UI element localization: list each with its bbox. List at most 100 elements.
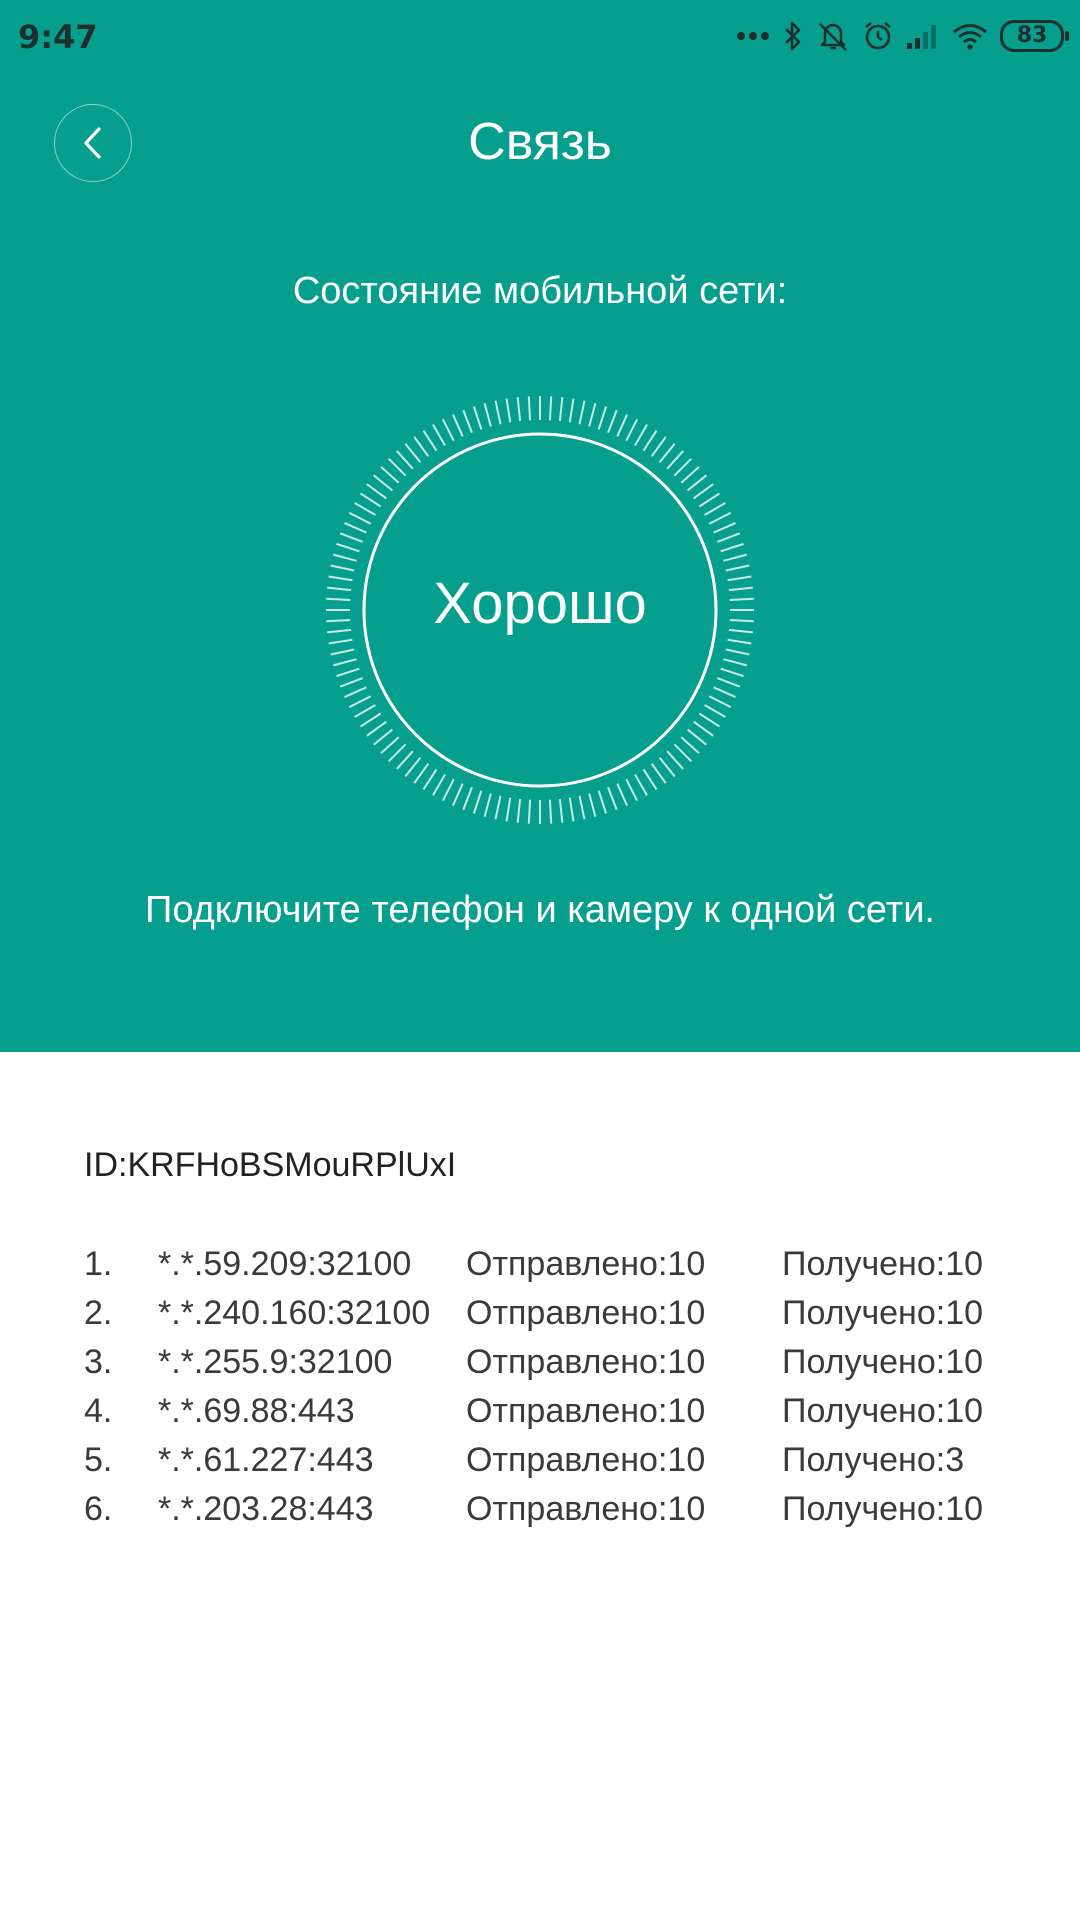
row-sent: Отправлено:10	[466, 1343, 706, 1381]
gauge-tick	[725, 648, 750, 656]
gauge-tick	[616, 414, 628, 437]
row-received: Получено:10	[782, 1392, 984, 1430]
gauge-tick	[616, 783, 628, 806]
gauge-tick	[387, 743, 407, 763]
gauge-tick	[333, 658, 357, 667]
gauge-tick	[658, 443, 676, 463]
list-item: 3. *.*.255.9:32100 Отправлено:10 Получен…	[84, 1343, 1044, 1392]
gauge-tick	[680, 466, 700, 484]
gauge-tick	[666, 750, 684, 770]
gauge-tick	[462, 409, 473, 433]
gauge-tick	[723, 658, 747, 667]
gauge-tick	[348, 695, 372, 709]
row-index: 1.	[84, 1245, 113, 1283]
gauge-tick	[687, 728, 707, 746]
gauge-tick	[373, 474, 393, 492]
gauge-tick	[717, 532, 741, 543]
gauge-tick	[704, 502, 726, 516]
gauge-tick	[328, 638, 353, 645]
gauge-tick	[704, 704, 726, 718]
gauge-tick	[558, 397, 564, 422]
gauge-tick	[441, 418, 455, 442]
gauge-tick	[366, 483, 387, 500]
gauge-tick	[505, 797, 512, 822]
gauge-tick	[634, 774, 648, 796]
gauge-tick	[441, 778, 455, 802]
list-item: 5. *.*.61.227:443 Отправлено:10 Получено…	[84, 1441, 1044, 1490]
gauge-tick	[336, 542, 360, 553]
gauge-tick	[650, 436, 667, 457]
gauge-tick	[597, 790, 608, 814]
gauge-tick	[472, 406, 483, 430]
gauge-tick	[483, 403, 492, 427]
gauge-tick	[516, 397, 522, 422]
gauge-tick	[505, 398, 512, 423]
gauge-tick	[693, 720, 714, 737]
gauge-tick	[359, 712, 382, 728]
wifi-icon	[953, 24, 987, 50]
gauge-tick	[548, 396, 553, 421]
page-title: Связь	[468, 113, 612, 171]
gauge-tick	[413, 436, 430, 457]
row-address: *.*.69.88:443	[158, 1392, 355, 1430]
gauge-tick	[568, 797, 575, 822]
gauge-tick	[607, 787, 618, 811]
row-received: Получено:10	[782, 1245, 984, 1283]
ping-results-list: 1. *.*.59.209:32100 Отправлено:10 Получе…	[84, 1245, 1044, 1539]
gauge-tick	[516, 798, 522, 823]
gauge-tick	[380, 736, 400, 754]
row-address: *.*.203.28:443	[158, 1490, 374, 1528]
gauge-tick	[483, 793, 492, 817]
row-index: 3.	[84, 1343, 113, 1381]
gauge-tick	[494, 400, 502, 425]
gauge-tick	[348, 511, 372, 525]
gauge-tick	[527, 396, 532, 421]
row-address: *.*.59.209:32100	[158, 1245, 412, 1283]
network-status-value: Хорошо	[433, 571, 647, 636]
row-received: Получено:10	[782, 1343, 984, 1381]
gauge-tick	[717, 677, 741, 688]
gauge-tick	[607, 409, 618, 433]
gauge-tick	[462, 787, 473, 811]
gauge-tick	[698, 712, 721, 728]
gauge-tick	[339, 677, 363, 688]
gauge-tick	[708, 511, 732, 525]
gauge-tick	[578, 400, 586, 425]
more-dots-icon	[737, 32, 769, 40]
gauge-tick	[366, 720, 387, 737]
gauge-tick	[422, 429, 438, 452]
gauge-tick	[597, 406, 608, 430]
row-address: *.*.240.160:32100	[158, 1294, 431, 1332]
gauge-tick	[344, 522, 367, 534]
gauge-tick	[432, 774, 446, 796]
gauge-tick	[330, 648, 355, 656]
gauge-tick	[650, 763, 667, 784]
gauge-tick	[354, 502, 376, 516]
gauge-tick	[723, 553, 747, 562]
gauge-tick	[673, 743, 693, 763]
gauge-tick	[387, 457, 407, 477]
connection-hint: Подключите телефон и камеру к одной сети…	[145, 889, 935, 931]
gauge-tick	[339, 532, 363, 543]
alarm-icon	[865, 21, 891, 50]
gauge-tick	[720, 542, 744, 553]
device-id: ID:KRFHoBSMouRPlUxI	[84, 1146, 457, 1184]
gauge-tick	[344, 686, 367, 698]
gauge-tick	[578, 795, 586, 820]
gauge-tick	[413, 763, 430, 784]
row-sent: Отправлено:10	[466, 1490, 706, 1528]
gauge-tick	[354, 704, 376, 718]
gauge-tick	[658, 757, 676, 777]
list-item: 4. *.*.69.88:443 Отправлено:10 Получено:…	[84, 1392, 1044, 1441]
gauge-tick	[527, 799, 532, 824]
gauge-tick	[333, 553, 357, 562]
row-index: 6.	[84, 1490, 113, 1528]
gauge-tick	[494, 795, 502, 820]
gauge-tick	[404, 757, 422, 777]
gauge-tick	[625, 778, 639, 802]
row-index: 5.	[84, 1441, 113, 1479]
row-sent: Отправлено:10	[466, 1294, 706, 1332]
gauge-tick	[432, 424, 446, 446]
network-state-label: Состояние мобильной сети:	[292, 270, 788, 312]
gauge-tick	[404, 443, 422, 463]
